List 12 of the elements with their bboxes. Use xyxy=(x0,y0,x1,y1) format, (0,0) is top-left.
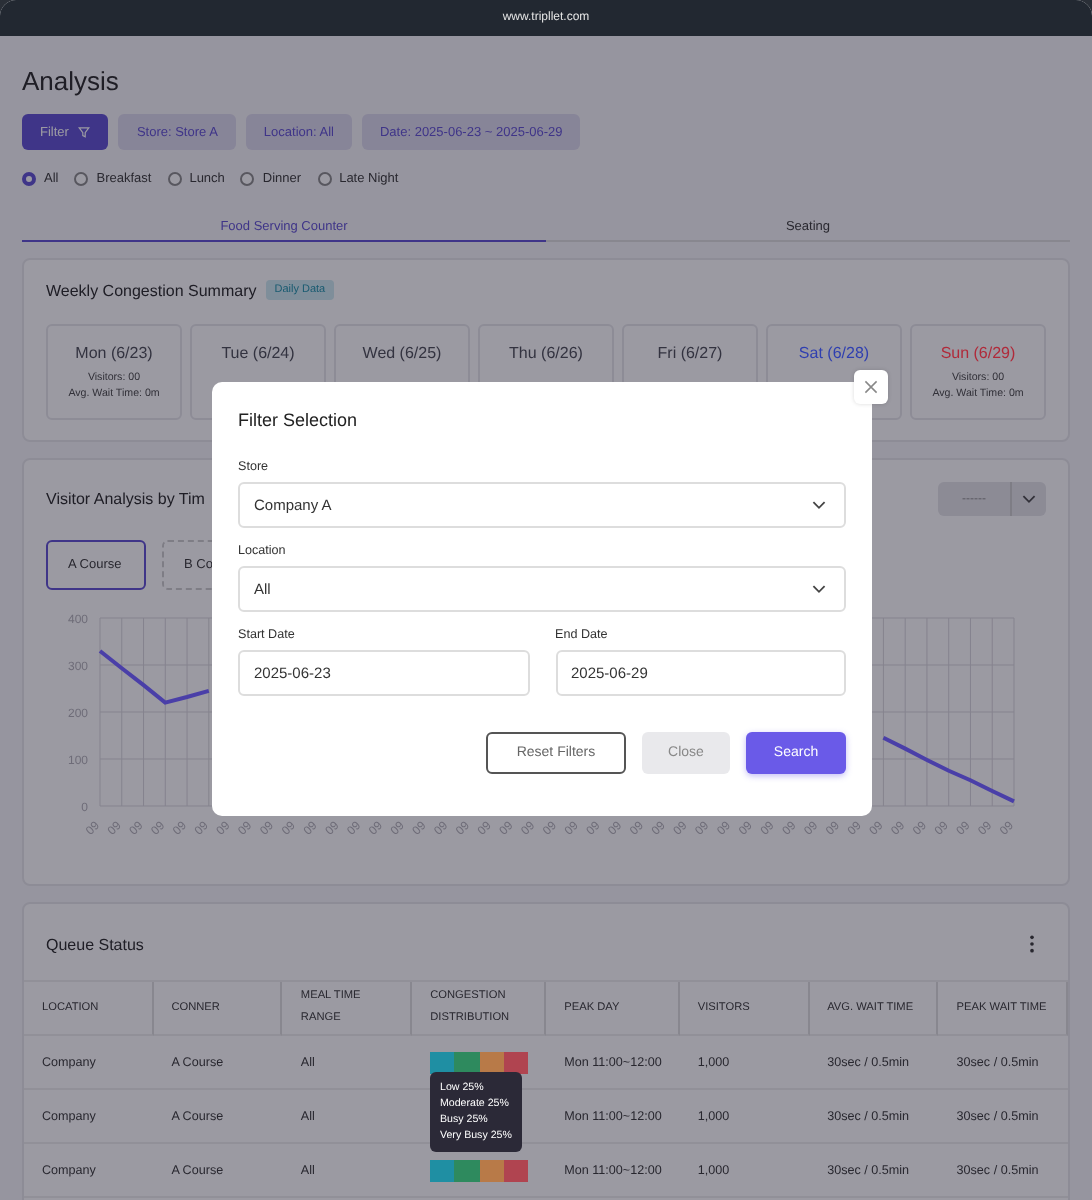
card-title: Visitor Analysis by Tim xyxy=(46,490,205,508)
day-title: Tue (6/24) xyxy=(221,344,295,362)
day-title: Mon (6/23) xyxy=(75,344,153,362)
card-title: Queue Status xyxy=(46,935,144,953)
day-title: Sun (6/29) xyxy=(940,344,1016,362)
day-title: Wed (6/25) xyxy=(362,344,442,362)
day-title: Thu (6/26) xyxy=(509,344,583,362)
dialog-title: Filter Selection xyxy=(238,410,360,430)
card-title: Weekly Congestion Summary xyxy=(46,281,257,299)
day-title: Fri (6/27) xyxy=(657,344,723,362)
page-title: Analysis xyxy=(22,66,121,96)
day-title: Sat (6/28) xyxy=(798,344,870,362)
